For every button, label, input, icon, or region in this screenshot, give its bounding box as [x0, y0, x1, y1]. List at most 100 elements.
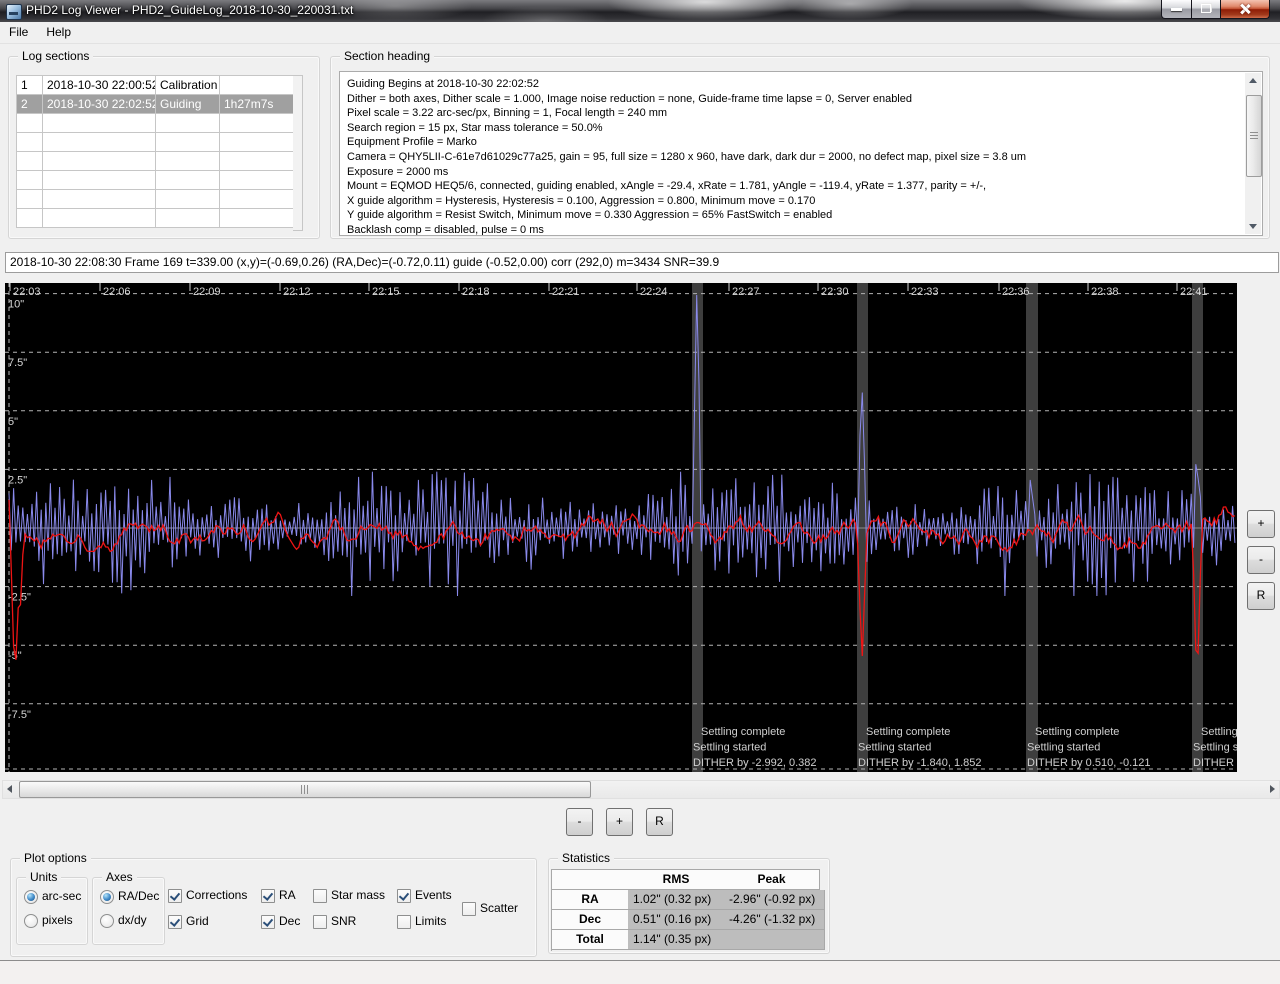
guide-chart[interactable]: 10" 7.5" 5" 2.5" -2.5" -5" -7.5" 22:03 22:06 22:0… — [5, 283, 1237, 772]
radio-dx-dy[interactable]: dx/dy — [100, 914, 160, 928]
titlebar[interactable]: PHD2 Log Viewer - PHD2_GuideLog_2018-10-… — [0, 0, 1280, 22]
y-tick-label: 2.5" — [8, 474, 27, 486]
heading-line: Equipment Profile = Marko — [347, 136, 477, 149]
log-cell — [156, 190, 220, 208]
y-tick-label: 7.5" — [8, 357, 27, 369]
stats-value: -2.96" (-0.92 px) — [724, 890, 825, 910]
checkbox-snr[interactable]: SNR — [313, 915, 403, 929]
heading-line: Mount = EQMOD HEQ5/6, connected, guiding… — [347, 180, 987, 193]
checkbox-label: RA — [279, 888, 296, 902]
checkbox-icon — [168, 915, 182, 929]
radio-pixels[interactable]: pixels — [24, 914, 84, 928]
checkbox-icon — [261, 889, 275, 903]
scroll-up-button[interactable] — [1245, 73, 1261, 88]
stats-header: Peak — [724, 870, 820, 890]
restore-button[interactable] — [1192, 0, 1221, 19]
x-tick-label: 22:27 — [732, 286, 760, 298]
scroll-down-button[interactable] — [1245, 218, 1261, 234]
close-icon — [1239, 3, 1251, 15]
log-row — [17, 114, 294, 133]
radio-arc-sec[interactable]: arc-sec — [24, 890, 84, 904]
log-cell — [220, 190, 294, 208]
window-title: PHD2 Log Viewer - PHD2_GuideLog_2018-10-… — [26, 3, 354, 17]
log-cell — [17, 209, 43, 227]
heading-line: Exposure = 2000 ms — [347, 165, 449, 178]
event-annotation: Settling complete — [701, 726, 785, 738]
hscroll-left-button[interactable] — [3, 781, 18, 796]
checkbox-label: SNR — [331, 914, 357, 928]
scrollbar-thumb[interactable] — [1246, 95, 1262, 177]
close-button[interactable] — [1221, 0, 1270, 19]
y-tick-label: 5" — [8, 416, 18, 428]
hzoom-in-button[interactable]: + — [606, 808, 633, 836]
log-row — [17, 171, 294, 190]
hzoom-reset-button[interactable]: R — [646, 808, 673, 836]
log-cell — [17, 133, 43, 151]
y-tick-label: 10" — [8, 299, 24, 311]
log-sections-scrollbar[interactable] — [293, 75, 303, 231]
window-controls — [1161, 0, 1270, 19]
log-cell: 1h27m7s — [224, 97, 274, 111]
log-cell — [17, 171, 43, 189]
log-cell: 2 — [17, 95, 43, 113]
y-tick-label: -7.5" — [8, 709, 31, 721]
section-heading-text[interactable]: Guiding Begins at 2018-10-30 22:02:52 Dit… — [339, 71, 1263, 236]
radio-label: dx/dy — [118, 913, 147, 927]
horizontal-scrollbar[interactable] — [2, 780, 1280, 799]
log-cell: 2018-10-30 22:00:52 — [43, 76, 156, 94]
log-cell — [220, 76, 294, 94]
log-cell — [156, 152, 220, 170]
hscroll-thumb[interactable] — [19, 781, 591, 798]
units-group: Units arc-sec pixels — [16, 870, 88, 945]
checkbox-events[interactable]: Events — [397, 889, 487, 903]
log-cell: Guiding — [156, 95, 220, 113]
checkbox-label: Corrections — [186, 888, 248, 902]
log-row[interactable]: 2 2018-10-30 22:02:52 Guiding 1h27m7s — [17, 95, 294, 114]
hscroll-right-button[interactable] — [1264, 781, 1279, 796]
checkbox-label: Grid — [186, 914, 209, 928]
checkbox-icon — [462, 902, 476, 916]
log-sections-table: 1 2018-10-30 22:00:52 Calibration 2 2018-10-… — [16, 75, 295, 228]
checkbox-scatter[interactable]: Scatter — [462, 902, 552, 916]
log-cell — [156, 114, 220, 132]
radio-ra-dec[interactable]: RA/Dec — [100, 890, 160, 904]
window-frame-bottom — [0, 961, 1280, 984]
stats-value: 1.14" (0.35 px) — [628, 930, 730, 950]
log-sections-group: Log sections 1 2018-10-30 22:00:52 Calibra… — [8, 49, 320, 239]
x-tick-label: 22:38 — [1091, 286, 1119, 298]
checkbox-corrections[interactable]: Corrections — [168, 889, 258, 903]
log-row — [17, 209, 294, 227]
minimize-button[interactable] — [1161, 0, 1192, 19]
log-cell — [220, 114, 294, 132]
log-row — [17, 152, 294, 171]
checkbox-label: Star mass — [331, 888, 386, 902]
menu-item-file[interactable]: File — [0, 22, 37, 43]
checkbox-icon — [313, 889, 327, 903]
vzoom-out-button[interactable]: - — [1247, 546, 1275, 574]
hthumb-grip-icon — [301, 785, 310, 794]
vzoom-reset-button[interactable]: R — [1247, 582, 1275, 610]
checkbox-limits[interactable]: Limits — [397, 915, 487, 929]
heading-line: Dither = both axes, Dither scale = 1.000… — [347, 92, 912, 105]
heading-line: X guide algorithm = Hysteresis, Hysteres… — [347, 194, 816, 207]
log-row[interactable]: 1 2018-10-30 22:00:52 Calibration — [17, 76, 294, 95]
section-heading-scrollbar[interactable] — [1245, 73, 1262, 234]
plot-options-label: Plot options — [20, 851, 91, 865]
x-tick-label: 22:30 — [821, 286, 849, 298]
checkbox-icon — [168, 889, 182, 903]
vzoom-in-button[interactable]: + — [1247, 510, 1275, 538]
event-annotation: Settling started — [858, 742, 931, 754]
menu-item-help[interactable]: Help — [37, 22, 80, 43]
checkbox-icon — [397, 915, 411, 929]
log-cell — [156, 133, 220, 151]
stats-value: -4.26" (-1.32 px) — [724, 910, 825, 930]
checkbox-icon — [261, 915, 275, 929]
x-tick-label: 22:12 — [283, 286, 311, 298]
heading-line: Search region = 15 px, Star mass toleran… — [347, 121, 603, 134]
checkbox-grid[interactable]: Grid — [168, 915, 258, 929]
log-row — [17, 133, 294, 152]
checkbox-star-mass[interactable]: Star mass — [313, 889, 403, 903]
event-annotation: DITHER b — [1193, 757, 1237, 769]
checkbox-label: Limits — [415, 914, 447, 928]
hzoom-out-button[interactable]: - — [566, 808, 593, 836]
